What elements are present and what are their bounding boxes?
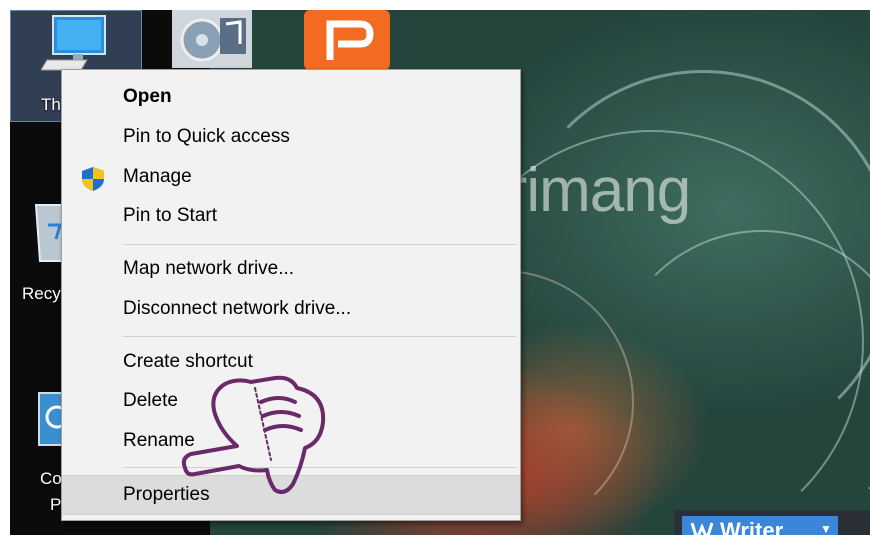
chevron-down-icon[interactable]: ▼ — [820, 522, 832, 535]
uac-shield-icon — [82, 167, 104, 191]
menu-item-disconnect-network-drive[interactable]: Disconnect network drive... — [62, 293, 520, 327]
writer-panel: Writer ▼ — [674, 510, 870, 535]
menu-item-manage[interactable]: Manage — [62, 161, 520, 195]
writer-label: Writer — [720, 518, 784, 535]
pointing-hand-icon — [181, 375, 326, 494]
control-panel-label-line1: Co — [40, 469, 62, 488]
menu-item-label: Open — [123, 86, 172, 107]
menu-item-pin-quick-access[interactable]: Pin to Quick access — [62, 121, 520, 155]
writer-button[interactable]: Writer ▼ — [682, 516, 838, 535]
p-app-desktop-icon[interactable] — [304, 10, 390, 70]
writer-w-icon — [690, 522, 714, 535]
menu-item-open[interactable]: Open — [62, 81, 520, 115]
menu-separator — [123, 336, 516, 337]
p-app-icon — [304, 10, 390, 70]
menu-item-map-network-drive[interactable]: Map network drive... — [62, 253, 520, 287]
control-panel-label-line2: P — [50, 495, 62, 514]
recycle-bin-label: Recy — [22, 284, 61, 303]
menu-item-label: Manage — [123, 166, 192, 187]
media-app-desktop-icon[interactable] — [170, 10, 260, 70]
menu-separator — [123, 244, 516, 245]
computer-icon — [41, 15, 106, 71]
media-player-icon — [172, 10, 252, 68]
this-pc-label: Th — [41, 95, 61, 114]
menu-item-label: Delete — [123, 390, 178, 411]
menu-item-label: Map network drive... — [123, 258, 295, 279]
menu-item-label: Disconnect network drive... — [123, 298, 352, 319]
menu-item-pin-start[interactable]: Pin to Start — [62, 200, 520, 234]
menu-item-label: Create shortcut — [123, 351, 253, 372]
menu-item-label: Pin to Start — [123, 205, 217, 226]
menu-item-label: Pin to Quick access — [123, 126, 290, 147]
